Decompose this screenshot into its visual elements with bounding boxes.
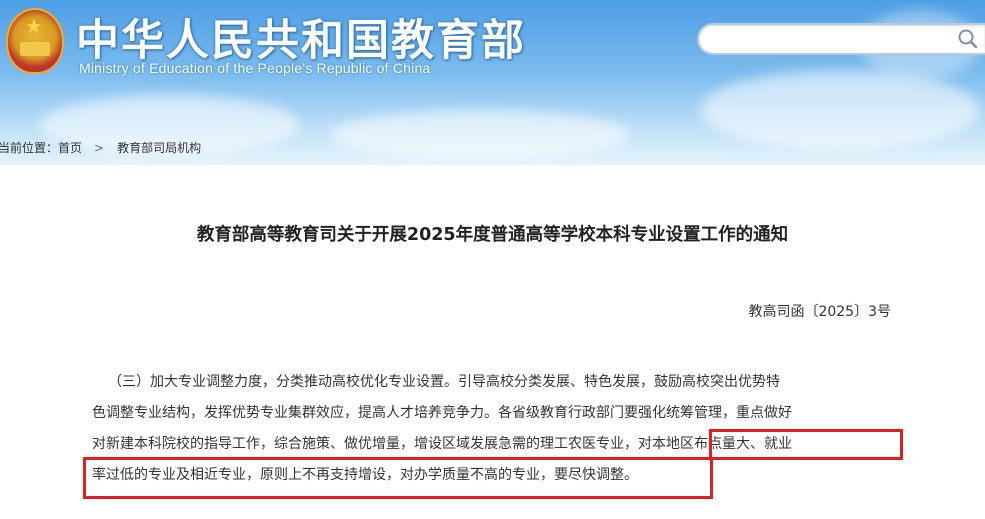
breadcrumb-home-link[interactable]: 首页 [58, 139, 82, 156]
breadcrumb-separator: > [94, 140, 105, 155]
article-paragraph-line: 率过低的专业及相近专业，原则上不再支持增设，对办学质量不高的专业，要尽快调整。 [92, 467, 638, 483]
breadcrumb: 当前位置： 首页 > 教育部司局机构 [0, 130, 985, 165]
site-title-en[interactable]: Ministry of Education of the People's Re… [79, 60, 430, 76]
search-icon[interactable] [957, 28, 979, 50]
article-title: 教育部高等教育司关于开展2025年度普通高等学校本科专业设置工作的通知 [196, 225, 789, 245]
breadcrumb-label: 当前位置： [0, 141, 59, 155]
article-paragraph-line: 对新建本科院校的指导工作，综合施策、做优增量，增设区域发展急需的理工农医专业，对… [92, 436, 792, 452]
site-title-cn[interactable]: 中华人民共和国教育部 [76, 6, 526, 68]
search-input[interactable] [713, 25, 953, 53]
breadcrumb-department-link[interactable]: 教育部司局机构 [117, 139, 201, 156]
article-paragraph-line: （三）加大专业调整力度，分类推动高校优化专业设置。引导高校分类发展、特色发展，鼓… [108, 374, 780, 390]
national-emblem-icon: ★ [6, 8, 64, 74]
document-number: 教高司函〔2025〕3号 [748, 304, 891, 320]
site-header: ★ 中华人民共和国教育部 Ministry of Education of th… [0, 0, 985, 165]
article-paragraph-line: 色调整专业结构，发挥优势专业集群效应，提高人才培养竞争力。各省级教育行政部门要强… [92, 405, 792, 421]
search-box[interactable] [697, 23, 985, 55]
